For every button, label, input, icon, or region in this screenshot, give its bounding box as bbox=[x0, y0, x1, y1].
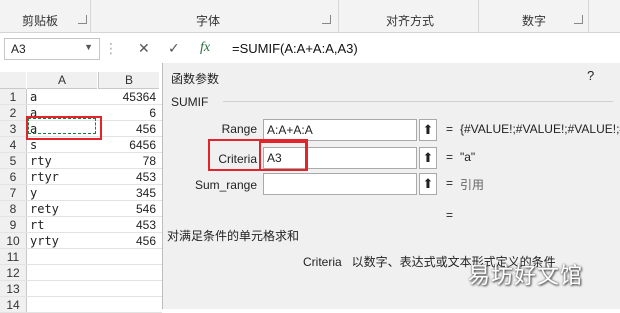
cell-b[interactable]: 6 bbox=[100, 105, 156, 121]
equals-sign: = bbox=[446, 122, 454, 136]
row-header[interactable]: 4 bbox=[0, 137, 27, 153]
cell-b[interactable]: 6456 bbox=[100, 137, 156, 153]
formula-bar: A3 ▼ ⋮ ✕ ✓ fx =SUMIF(A:A+A:A,A3) bbox=[0, 33, 620, 64]
ribbon-group-alignment: 对齐方式 bbox=[338, 0, 479, 32]
cell-b[interactable]: 45364 bbox=[100, 89, 156, 105]
row-header[interactable]: 5 bbox=[0, 153, 27, 169]
cell-a[interactable]: a bbox=[30, 89, 37, 105]
function-name: SUMIF bbox=[171, 95, 209, 109]
sum-range-result: 引用 bbox=[460, 178, 485, 192]
dialog-title: 函数参数 bbox=[171, 72, 220, 86]
sum-range-input[interactable] bbox=[263, 173, 417, 195]
row-header[interactable]: 11 bbox=[0, 249, 27, 265]
range-input-value: A:A+A:A bbox=[267, 123, 313, 137]
ribbon: 剪贴板 字体 对齐方式 数字 bbox=[0, 0, 620, 33]
select-all-corner[interactable] bbox=[0, 72, 26, 89]
row-header[interactable]: 12 bbox=[0, 265, 27, 281]
row-header[interactable]: 6 bbox=[0, 169, 27, 185]
help-icon[interactable]: ? bbox=[587, 68, 594, 83]
col-header-b[interactable]: B bbox=[98, 72, 159, 89]
range-result: {#VALUE!;#VALUE!;#VALUE!;# bbox=[460, 122, 620, 136]
row-header[interactable]: 3 bbox=[0, 121, 27, 137]
cell-b[interactable]: 456 bbox=[100, 233, 156, 249]
cell-b[interactable]: 546 bbox=[100, 201, 156, 217]
row-header[interactable]: 7 bbox=[0, 185, 27, 201]
row-header[interactable]: 13 bbox=[0, 281, 27, 297]
cell-b[interactable]: 78 bbox=[100, 153, 156, 169]
ribbon-group-number: 数字 bbox=[478, 0, 589, 32]
cell-b[interactable] bbox=[100, 265, 156, 281]
arg-label-sum-range: Sum_range bbox=[194, 178, 257, 192]
row-header[interactable]: 1 bbox=[0, 89, 27, 105]
clipboard-group-label: 剪贴板 bbox=[22, 14, 59, 28]
cell-b[interactable]: 453 bbox=[100, 169, 156, 185]
cell-a[interactable]: rtyr bbox=[30, 169, 59, 185]
collapse-dialog-icon[interactable]: ⬆ bbox=[419, 119, 437, 141]
ribbon-group-font: 字体 bbox=[90, 0, 339, 32]
row-header[interactable]: 8 bbox=[0, 201, 27, 217]
row-header[interactable]: 2 bbox=[0, 105, 27, 121]
number-launcher-icon[interactable] bbox=[574, 15, 583, 24]
collapse-dialog-icon[interactable]: ⬆ bbox=[419, 147, 437, 169]
font-launcher-icon[interactable] bbox=[322, 15, 331, 24]
row-header[interactable]: 10 bbox=[0, 233, 27, 249]
ribbon-group-clipboard: 剪贴板 bbox=[0, 0, 91, 32]
cell-a[interactable]: rty bbox=[30, 153, 52, 169]
clipboard-launcher-icon[interactable] bbox=[78, 15, 87, 24]
name-box[interactable]: A3 ▼ bbox=[4, 38, 100, 60]
enter-icon[interactable]: ✓ bbox=[168, 40, 180, 57]
cell-b[interactable]: 345 bbox=[100, 185, 156, 201]
cell-a[interactable]: rety bbox=[30, 201, 59, 217]
number-group-label: 数字 bbox=[522, 14, 547, 28]
collapse-dialog-icon[interactable]: ⬆ bbox=[419, 173, 437, 195]
criteria-result: "a" bbox=[460, 150, 476, 164]
cell-a[interactable]: rt bbox=[30, 217, 44, 233]
range-input[interactable]: A:A+A:A bbox=[263, 119, 417, 141]
formula-result-equals: = bbox=[446, 208, 454, 222]
cell-b[interactable] bbox=[100, 281, 156, 297]
equals-sign: = bbox=[446, 176, 454, 190]
cell-b[interactable]: 453 bbox=[100, 217, 156, 233]
function-description: 对满足条件的单元格求和 bbox=[167, 229, 300, 243]
watermark: 易坊好文馆 bbox=[468, 263, 584, 288]
row-header[interactable]: 14 bbox=[0, 297, 27, 313]
cell-b[interactable] bbox=[100, 297, 156, 313]
cell-b[interactable]: 456 bbox=[100, 121, 156, 137]
group-divider bbox=[223, 101, 613, 102]
row-header[interactable]: 9 bbox=[0, 217, 27, 233]
cell-a[interactable]: yrty bbox=[30, 233, 59, 249]
insert-function-icon[interactable]: fx bbox=[200, 40, 210, 56]
arg-label-range: Range bbox=[221, 122, 257, 136]
equals-sign: = bbox=[446, 150, 454, 164]
font-group-label: 字体 bbox=[196, 14, 221, 28]
chevron-down-icon[interactable]: ▼ bbox=[84, 42, 93, 52]
col-header-a[interactable]: A bbox=[27, 72, 97, 89]
alignment-group-label: 对齐方式 bbox=[386, 14, 435, 28]
highlight-cell-a3 bbox=[26, 116, 102, 140]
name-box-value: A3 bbox=[11, 42, 26, 56]
cell-a[interactable]: y bbox=[30, 185, 37, 201]
cancel-icon[interactable]: ✕ bbox=[138, 40, 150, 57]
cell-b[interactable] bbox=[100, 249, 156, 265]
more-dots-icon: ⋮ bbox=[104, 40, 118, 56]
formula-text[interactable]: =SUMIF(A:A+A:A,A3) bbox=[232, 41, 358, 56]
highlight-criteria-input bbox=[259, 141, 307, 171]
